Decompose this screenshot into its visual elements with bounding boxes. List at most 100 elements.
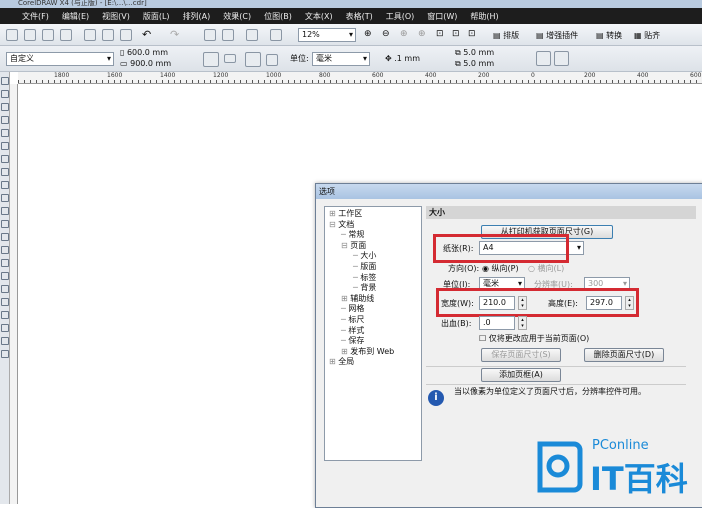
tree-item[interactable]: ─ 网格 xyxy=(325,304,421,315)
cut-icon[interactable] xyxy=(84,29,96,41)
paste-icon[interactable] xyxy=(120,29,132,41)
units-select[interactable]: 毫米 xyxy=(312,52,370,66)
import-icon[interactable] xyxy=(204,29,216,41)
plugin-snap-button[interactable]: ▦ 贴齐 xyxy=(634,30,660,41)
tool-icon[interactable] xyxy=(1,90,9,98)
tree-expander-icon[interactable]: ⊞ xyxy=(341,347,350,356)
plugin-enhance-button[interactable]: ▤ 增强插件 xyxy=(536,30,578,41)
menu-item[interactable]: 视图(V) xyxy=(102,11,130,22)
apply-current-checkbox[interactable]: ☐ 仅将更改应用于当前页面(O) xyxy=(479,333,589,345)
menu-item[interactable]: 窗口(W) xyxy=(427,11,457,22)
zoom-page-icon[interactable]: ⊡ xyxy=(436,29,444,39)
menu-item[interactable]: 排列(A) xyxy=(183,11,211,22)
tool-icon[interactable] xyxy=(1,103,9,111)
tree-item[interactable]: ─ 样式 xyxy=(325,326,421,337)
tree-item[interactable]: ⊞ 工作区 xyxy=(325,209,421,220)
treat-as-filled-icon[interactable] xyxy=(536,51,551,66)
tool-icon[interactable] xyxy=(1,181,9,189)
undo-icon[interactable]: ↶ xyxy=(142,28,151,41)
bleed-input[interactable]: .0 xyxy=(479,316,515,330)
portrait-icon[interactable] xyxy=(203,52,219,67)
tool-icon[interactable] xyxy=(1,77,9,85)
menu-item[interactable]: 位图(B) xyxy=(264,11,292,22)
tree-item[interactable]: ─ 大小 xyxy=(325,251,421,262)
portrait-label: 纵向(P) xyxy=(491,264,519,273)
tree-item[interactable]: ─ 保存 xyxy=(325,336,421,347)
save-size-button[interactable]: 保存页面尺寸(S) xyxy=(481,348,561,362)
tool-icon[interactable] xyxy=(1,259,9,267)
export-icon[interactable] xyxy=(222,29,234,41)
nudge-field[interactable]: ✥ .1 mm xyxy=(385,53,420,65)
zoom-select[interactable]: 12% xyxy=(298,28,356,42)
plugin-convert-button[interactable]: ▤ 转换 xyxy=(596,30,622,41)
menu-item[interactable]: 编辑(E) xyxy=(62,11,89,22)
bleed-spinner[interactable]: ▴ ▾ xyxy=(518,316,527,330)
tool-icon[interactable] xyxy=(1,272,9,280)
tool-icon[interactable] xyxy=(1,337,9,345)
tree-item[interactable]: ⊞ 辅助线 xyxy=(325,294,421,305)
tool-icon[interactable] xyxy=(1,220,9,228)
landscape-radio[interactable]: ○ 横向(L) xyxy=(528,263,564,275)
tree-item[interactable]: ⊞ 全局 xyxy=(325,357,421,368)
tree-item[interactable]: ⊟ 文档 xyxy=(325,220,421,231)
app-launcher-icon[interactable] xyxy=(246,29,258,41)
current-page-icon[interactable] xyxy=(266,54,278,66)
zoom-width-icon[interactable]: ⊡ xyxy=(452,29,460,39)
tree-item[interactable]: ─ 常规 xyxy=(325,230,421,241)
tree-expander-icon[interactable]: ⊞ xyxy=(341,294,350,303)
new-icon[interactable] xyxy=(6,29,18,41)
tree-item[interactable]: ⊞ 发布到 Web xyxy=(325,347,421,358)
tree-item[interactable]: ⊟ 页面 xyxy=(325,241,421,252)
zoom-height-icon[interactable]: ⊡ xyxy=(468,29,476,39)
tree-expander-icon[interactable]: ⊞ xyxy=(329,209,338,218)
menu-item[interactable]: 表格(T) xyxy=(346,11,373,22)
add-frame-button[interactable]: 添加页框(A) xyxy=(481,368,561,382)
plugin-layout-button[interactable]: ▤ 排版 xyxy=(493,30,519,41)
zoom-selected-icon[interactable]: ⊕ xyxy=(400,29,408,39)
tree-expander-icon[interactable]: ⊟ xyxy=(341,241,350,250)
tree-expander-icon[interactable]: ⊞ xyxy=(329,357,338,366)
tool-icon[interactable] xyxy=(1,168,9,176)
save-icon[interactable] xyxy=(42,29,54,41)
zoom-all-icon[interactable]: ⊕ xyxy=(418,29,426,39)
tool-icon[interactable] xyxy=(1,285,9,293)
tree-item[interactable]: ─ 标尺 xyxy=(325,315,421,326)
tree-item[interactable]: ─ 版面 xyxy=(325,262,421,273)
duplicate-y-field[interactable]: ⧉ 5.0 mm xyxy=(455,58,494,70)
tool-icon[interactable] xyxy=(1,129,9,137)
tool-icon[interactable] xyxy=(1,233,9,241)
tool-icon[interactable] xyxy=(1,194,9,202)
print-icon[interactable] xyxy=(60,29,72,41)
tool-icon[interactable] xyxy=(1,207,9,215)
portrait-radio[interactable]: ◉ 纵向(P) xyxy=(482,263,519,275)
tool-icon[interactable] xyxy=(1,246,9,254)
tool-icon[interactable] xyxy=(1,350,9,358)
copy-icon[interactable] xyxy=(102,29,114,41)
menu-item[interactable]: 工具(O) xyxy=(386,11,415,22)
tree-item[interactable]: ─ 标签 xyxy=(325,273,421,284)
tree-expander-icon[interactable]: ⊟ xyxy=(329,220,338,229)
page-height-field[interactable]: ▭ 900.0 mm xyxy=(120,58,171,70)
all-pages-icon[interactable] xyxy=(245,52,261,67)
tool-icon[interactable] xyxy=(1,116,9,124)
redo-icon[interactable]: ↷ xyxy=(170,28,179,41)
tool-icon[interactable] xyxy=(1,142,9,150)
tool-icon[interactable] xyxy=(1,155,9,163)
open-icon[interactable] xyxy=(24,29,36,41)
page-preset-select[interactable]: 自定义 xyxy=(6,52,114,66)
menu-item[interactable]: 版面(L) xyxy=(143,11,170,22)
menu-item[interactable]: 文本(X) xyxy=(305,11,333,22)
landscape-icon[interactable] xyxy=(224,54,236,63)
tool-icon[interactable] xyxy=(1,311,9,319)
menu-item[interactable]: 帮助(H) xyxy=(470,11,498,22)
tool-icon[interactable] xyxy=(1,298,9,306)
welcome-icon[interactable] xyxy=(270,29,282,41)
zoom-out-icon[interactable]: ⊖ xyxy=(382,29,390,39)
zoom-in-icon[interactable]: ⊕ xyxy=(364,29,372,39)
tool-icon[interactable] xyxy=(1,324,9,332)
menu-item[interactable]: 效果(C) xyxy=(223,11,251,22)
tree-item[interactable]: ─ 背景 xyxy=(325,283,421,294)
delete-size-button[interactable]: 删除页面尺寸(D) xyxy=(584,348,664,362)
options-icon[interactable] xyxy=(554,51,569,66)
menu-item[interactable]: 文件(F) xyxy=(22,11,49,22)
